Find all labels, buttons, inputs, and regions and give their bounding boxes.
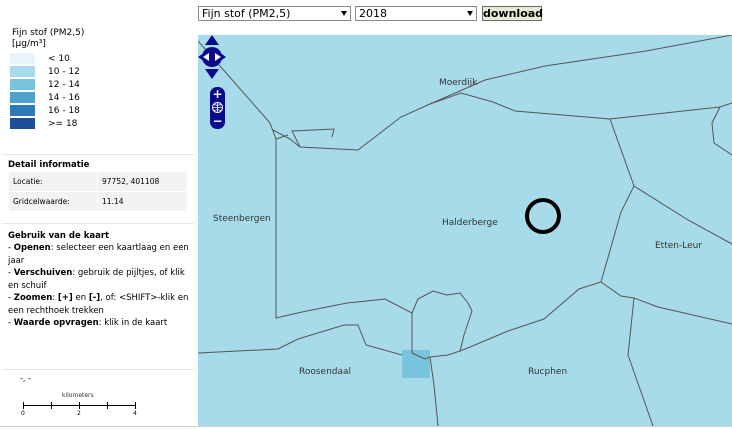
usage-instructions: - Openen: selecteer een kaartlaag en een… <box>8 242 190 330</box>
border-line <box>600 281 732 325</box>
year-select-value: 2018 <box>359 7 387 20</box>
detail-value: 97752, 401108 <box>98 172 187 191</box>
scale-tick <box>79 402 80 409</box>
place-label: Rucphen <box>528 367 568 377</box>
usage-item-open: - Openen: selecteer een kaartlaag en een… <box>8 243 189 266</box>
detail-row-gridcell: Gridcelwaarde: 11.14 <box>9 192 187 211</box>
usage-item-zoom: - Zoomen: [+] en [-], of: <SHIFT>-klik e… <box>8 293 189 316</box>
border-line <box>291 128 335 148</box>
scale-bar: kilometers 0 2 4 <box>20 389 142 419</box>
legend-label: 10 - 12 <box>48 67 80 77</box>
place-label: Halderberge <box>442 218 498 228</box>
legend-swatch <box>10 118 35 129</box>
place-label: Roosendaal <box>299 367 352 377</box>
detail-heading: Detail informatie <box>8 160 90 170</box>
border-line <box>198 324 403 356</box>
scale-label: 4 <box>133 410 137 417</box>
zoom-out-button[interactable]: − <box>211 115 224 128</box>
legend-label: >= 18 <box>48 119 78 129</box>
divider <box>2 154 194 155</box>
border-line <box>429 356 439 426</box>
coordinate-readout: -, - <box>20 374 31 383</box>
zoom-control: + − <box>210 87 225 129</box>
border-line <box>711 106 732 156</box>
legend-label: < 10 <box>48 54 70 64</box>
legend-title: Fijn stof (PM2,5) [µg/m³] <box>12 28 84 50</box>
detail-key: Gridcelwaarde: <box>9 192 97 211</box>
usage-item-query: - Waarde opvragen: klik in de kaart <box>8 318 168 328</box>
scale-tick <box>135 402 136 409</box>
divider <box>2 369 194 370</box>
place-label: Steenbergen <box>213 214 271 224</box>
pan-down-button <box>205 69 219 79</box>
map-view[interactable]: Moerdijk Steenbergen Halderberge Etten-L… <box>198 35 732 426</box>
place-label: Moerdijk <box>439 78 478 88</box>
scale-label: 2 <box>77 410 81 417</box>
detail-key: Locatie: <box>9 172 97 191</box>
bottom-border <box>0 426 732 427</box>
chevron-down-icon <box>341 11 347 16</box>
divider <box>2 223 194 224</box>
pan-up-button <box>205 35 219 45</box>
border-line <box>609 102 732 120</box>
year-select[interactable]: 2018 <box>355 6 477 21</box>
legend-label: 12 - 14 <box>48 80 80 90</box>
legend-swatch <box>10 105 35 116</box>
usage-heading: Gebruik van de kaart <box>8 231 110 241</box>
usage-item-pan: - Verschuiven: gebruik de pijltjes, of k… <box>8 268 185 291</box>
detail-table: Locatie: 97752, 401108 Gridcelwaarde: 11… <box>8 171 188 212</box>
scale-tick <box>107 402 108 409</box>
scale-unit: kilometers <box>62 392 94 399</box>
border-line <box>627 297 654 426</box>
pan-control <box>198 35 226 79</box>
legend-label: 14 - 16 <box>48 93 80 103</box>
scale-tick <box>23 402 24 409</box>
legend-swatch <box>10 66 35 77</box>
layer-select-value: Fijn stof (PM2,5) <box>202 7 291 20</box>
scale-tick <box>51 402 52 409</box>
border-line <box>429 35 732 105</box>
detail-value: 11.14 <box>98 192 187 211</box>
zoom-in-button[interactable]: + <box>211 88 224 101</box>
legend-swatch <box>10 53 35 64</box>
legend-swatch <box>10 92 35 103</box>
legend-label: 16 - 18 <box>48 106 80 116</box>
legend-swatch <box>10 79 35 90</box>
place-label: Etten-Leur <box>655 241 703 251</box>
legend-title-line2: [µg/m³] <box>12 39 46 49</box>
layer-select[interactable]: Fijn stof (PM2,5) <box>198 6 351 21</box>
legend-title-line1: Fijn stof (PM2,5) <box>12 28 85 38</box>
query-location-marker <box>525 198 561 234</box>
border-line <box>411 290 473 352</box>
side-panel: Fijn stof (PM2,5) [µg/m³] < 10 10 - 12 1… <box>0 24 196 426</box>
detail-row-location: Locatie: 97752, 401108 <box>9 172 187 191</box>
border-line <box>633 185 732 245</box>
download-button[interactable]: download <box>482 6 543 21</box>
municipality-borders <box>198 35 732 426</box>
chevron-down-icon <box>467 11 473 16</box>
globe-icon[interactable] <box>211 101 224 114</box>
scale-label: 0 <box>21 410 25 417</box>
